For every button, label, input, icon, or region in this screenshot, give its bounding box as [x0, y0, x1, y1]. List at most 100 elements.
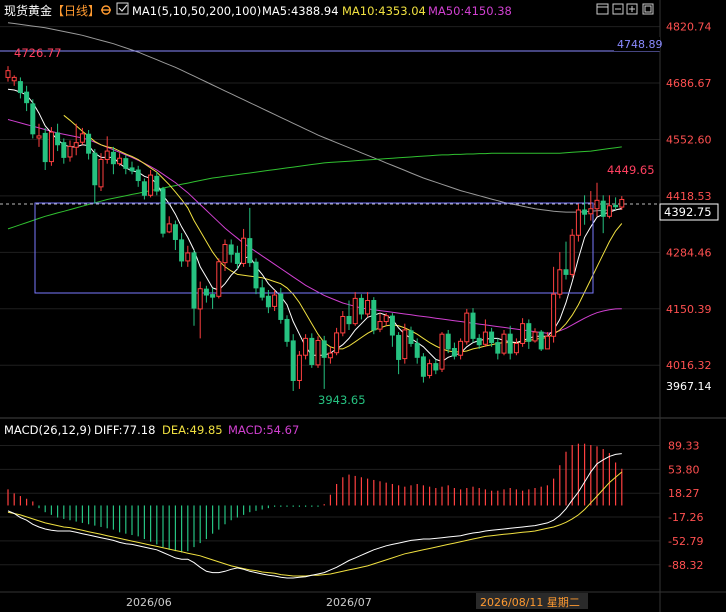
- candle-body-6: [42, 132, 48, 163]
- candle-body-1: [11, 76, 17, 82]
- macd-diff: DIFF:77.18: [94, 423, 155, 437]
- price-tick-1: 4686.67: [666, 77, 712, 90]
- candle-body-12: [79, 133, 85, 143]
- candle-body-0: [5, 70, 11, 78]
- cursor-date: 2026/08/11 星期二: [480, 596, 580, 609]
- price-tick-low: 3967.14: [666, 380, 712, 393]
- candle-body-16: [104, 150, 110, 160]
- candle-body-27: [172, 224, 178, 240]
- annotation-high-left: 4726.77: [14, 46, 62, 60]
- candle-body-98: [613, 204, 619, 208]
- candle-body-5: [36, 135, 42, 139]
- candle-body-8: [55, 132, 61, 146]
- candle-body-99: [619, 198, 625, 208]
- candle-body-88: [551, 293, 557, 337]
- price-tick-4: 4284.46: [666, 246, 712, 259]
- candle-body-53: [334, 332, 340, 354]
- candle-body-55: [346, 315, 352, 325]
- candle-body-95: [594, 199, 600, 210]
- period-label[interactable]: 【日线】: [52, 4, 100, 18]
- candle-body-37: [234, 252, 240, 264]
- candle-body-75: [470, 312, 476, 339]
- candle-body-83: [520, 323, 526, 344]
- candle-body-2: [17, 81, 23, 94]
- date-label-jul: 2026/07: [326, 596, 372, 609]
- candle-body-89: [557, 269, 563, 295]
- candle-body-9: [61, 142, 67, 158]
- candle-body-59: [371, 300, 377, 331]
- candle-body-29: [185, 252, 191, 262]
- candle-body-30: [191, 252, 197, 309]
- candle-body-67: [420, 356, 426, 377]
- candle-body-18: [117, 157, 123, 165]
- candle-body-35: [222, 244, 228, 264]
- macd-value: MACD:54.67: [228, 423, 299, 437]
- candle-body-44: [278, 293, 284, 320]
- candle-body-10: [67, 145, 73, 158]
- price-tick-5: 4150.39: [666, 303, 712, 316]
- candle-body-58: [365, 300, 371, 315]
- candle-body-11: [73, 142, 79, 148]
- candle-body-13: [86, 133, 92, 154]
- candle-body-42: [265, 295, 271, 308]
- candle-body-93: [582, 209, 588, 215]
- candle-body-34: [216, 261, 222, 297]
- candle-body-51: [321, 340, 327, 358]
- candle-body-14: [92, 152, 98, 186]
- candle-body-21: [135, 169, 141, 182]
- candle-body-90: [563, 269, 569, 275]
- candle-body-82: [513, 342, 519, 354]
- macd-tick-0: 89.33: [668, 439, 700, 452]
- candle-body-80: [501, 333, 507, 354]
- hline-label: 4748.89: [617, 38, 663, 51]
- candle-body-33: [210, 294, 216, 298]
- candle-body-94: [588, 208, 594, 215]
- macd-tick-5: -88.32: [668, 559, 703, 572]
- candle-body-46: [290, 340, 296, 381]
- ma50-value: MA50:4150.38: [428, 4, 512, 18]
- price-tick-2: 4552.60: [666, 133, 712, 146]
- price-tick-3: 4418.53: [666, 190, 712, 203]
- candle-body-7: [48, 131, 54, 163]
- candle-body-17: [110, 151, 116, 165]
- candle-body-31: [197, 288, 203, 310]
- candle-body-92: [575, 209, 581, 236]
- ma-params: MA1(5,10,50,200,100): [132, 4, 261, 18]
- candle-body-77: [482, 331, 488, 345]
- candle-body-69: [433, 363, 439, 371]
- candle-body-62: [389, 315, 395, 336]
- candle-body-79: [495, 342, 501, 354]
- candle-body-20: [129, 167, 135, 172]
- candle-body-72: [451, 347, 457, 357]
- candle-body-26: [166, 223, 172, 233]
- candle-body-85: [532, 331, 538, 342]
- annotation-low: 3943.65: [318, 393, 366, 407]
- macd-tick-4: -52.79: [668, 535, 703, 548]
- candle-body-48: [303, 337, 309, 356]
- candle-body-4: [30, 103, 36, 135]
- candle-body-86: [538, 331, 544, 350]
- annotation-high-right: 4449.65: [607, 163, 655, 177]
- chart-svg: 4820.74 4686.67 4552.60 4418.53 4284.46 4150.…: [0, 0, 726, 612]
- candle-body-52: [327, 352, 333, 359]
- candle-body-49: [309, 337, 315, 365]
- candle-body-71: [445, 333, 451, 350]
- candle-body-41: [259, 287, 265, 298]
- instrument-title[interactable]: 现货黄金: [4, 3, 52, 18]
- ma5-value: MA5:4388.94: [262, 4, 339, 18]
- candle-body-43: [272, 294, 278, 307]
- candle-body-24: [154, 175, 160, 192]
- candle-body-63: [396, 334, 402, 360]
- candle-body-50: [315, 339, 321, 366]
- candle-body-3: [24, 91, 30, 104]
- candle-body-78: [489, 331, 495, 344]
- candle-body-66: [414, 342, 420, 358]
- candle-body-36: [228, 244, 234, 255]
- candle-body-65: [408, 330, 414, 344]
- candle-body-57: [358, 297, 364, 315]
- candle-body-70: [439, 333, 445, 370]
- candle-body-54: [340, 315, 346, 334]
- candle-body-32: [203, 288, 209, 296]
- price-tick-0: 4820.74: [666, 21, 712, 34]
- candle-body-74: [464, 312, 470, 343]
